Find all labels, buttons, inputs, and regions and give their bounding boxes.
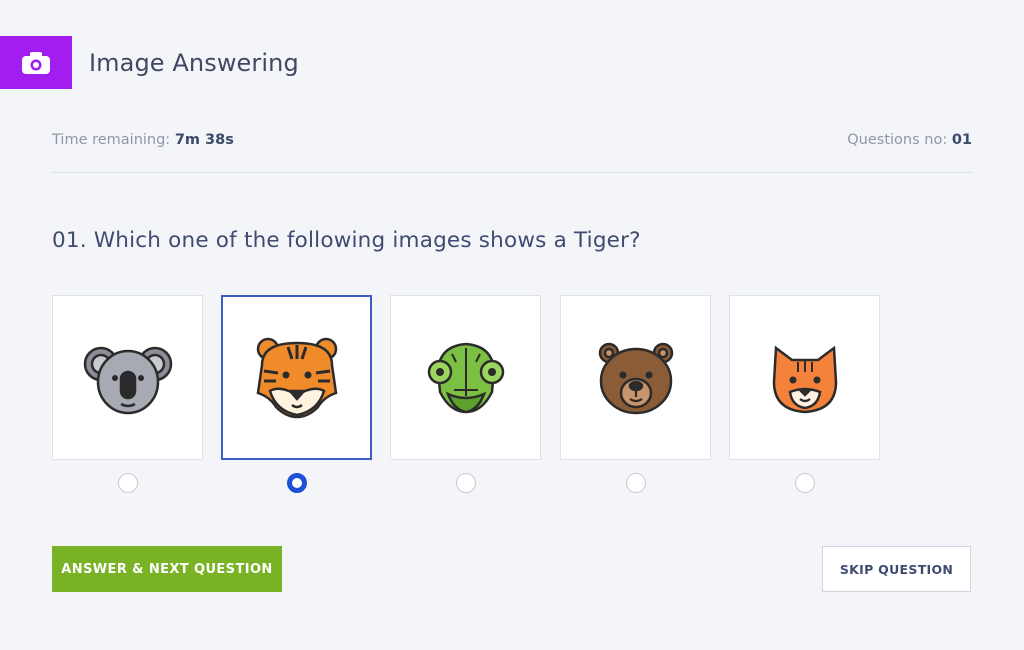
header: Image Answering [0, 36, 299, 89]
question-number-label: Questions no: [847, 132, 948, 148]
option-card-tiger[interactable] [221, 295, 372, 460]
radio-tiger[interactable] [287, 473, 307, 493]
question-number-value: 01 [951, 132, 972, 148]
camera-icon [22, 51, 50, 74]
divider [52, 172, 972, 173]
skip-question-button[interactable]: SKIP QUESTION [822, 546, 971, 592]
option-card-chameleon[interactable] [390, 295, 541, 460]
camera-icon-block [0, 36, 72, 89]
tiger-icon [256, 337, 337, 418]
radio-bear[interactable] [626, 473, 646, 493]
koala-icon [83, 346, 172, 414]
question-text: 01. Which one of the following images sh… [52, 228, 641, 253]
radio-koala[interactable] [118, 473, 138, 493]
time-remaining: Time remaining: 7m 38s [52, 132, 234, 148]
option-card-bear[interactable] [560, 295, 711, 460]
quiz-meta: Time remaining: 7m 38s Questions no: 01 [52, 129, 972, 151]
chameleon-icon [427, 342, 504, 413]
page-title: Image Answering [89, 48, 299, 77]
cat-icon [772, 345, 837, 413]
radio-chameleon[interactable] [456, 473, 476, 493]
time-remaining-value: 7m 38s [174, 132, 234, 148]
radio-cat[interactable] [795, 473, 815, 493]
bear-icon [598, 342, 673, 414]
answer-next-button[interactable]: ANSWER & NEXT QUESTION [52, 546, 282, 592]
question-number: Questions no: 01 [847, 132, 972, 148]
option-card-cat[interactable] [729, 295, 880, 460]
time-remaining-label: Time remaining: [52, 132, 171, 148]
option-card-koala[interactable] [52, 295, 203, 460]
